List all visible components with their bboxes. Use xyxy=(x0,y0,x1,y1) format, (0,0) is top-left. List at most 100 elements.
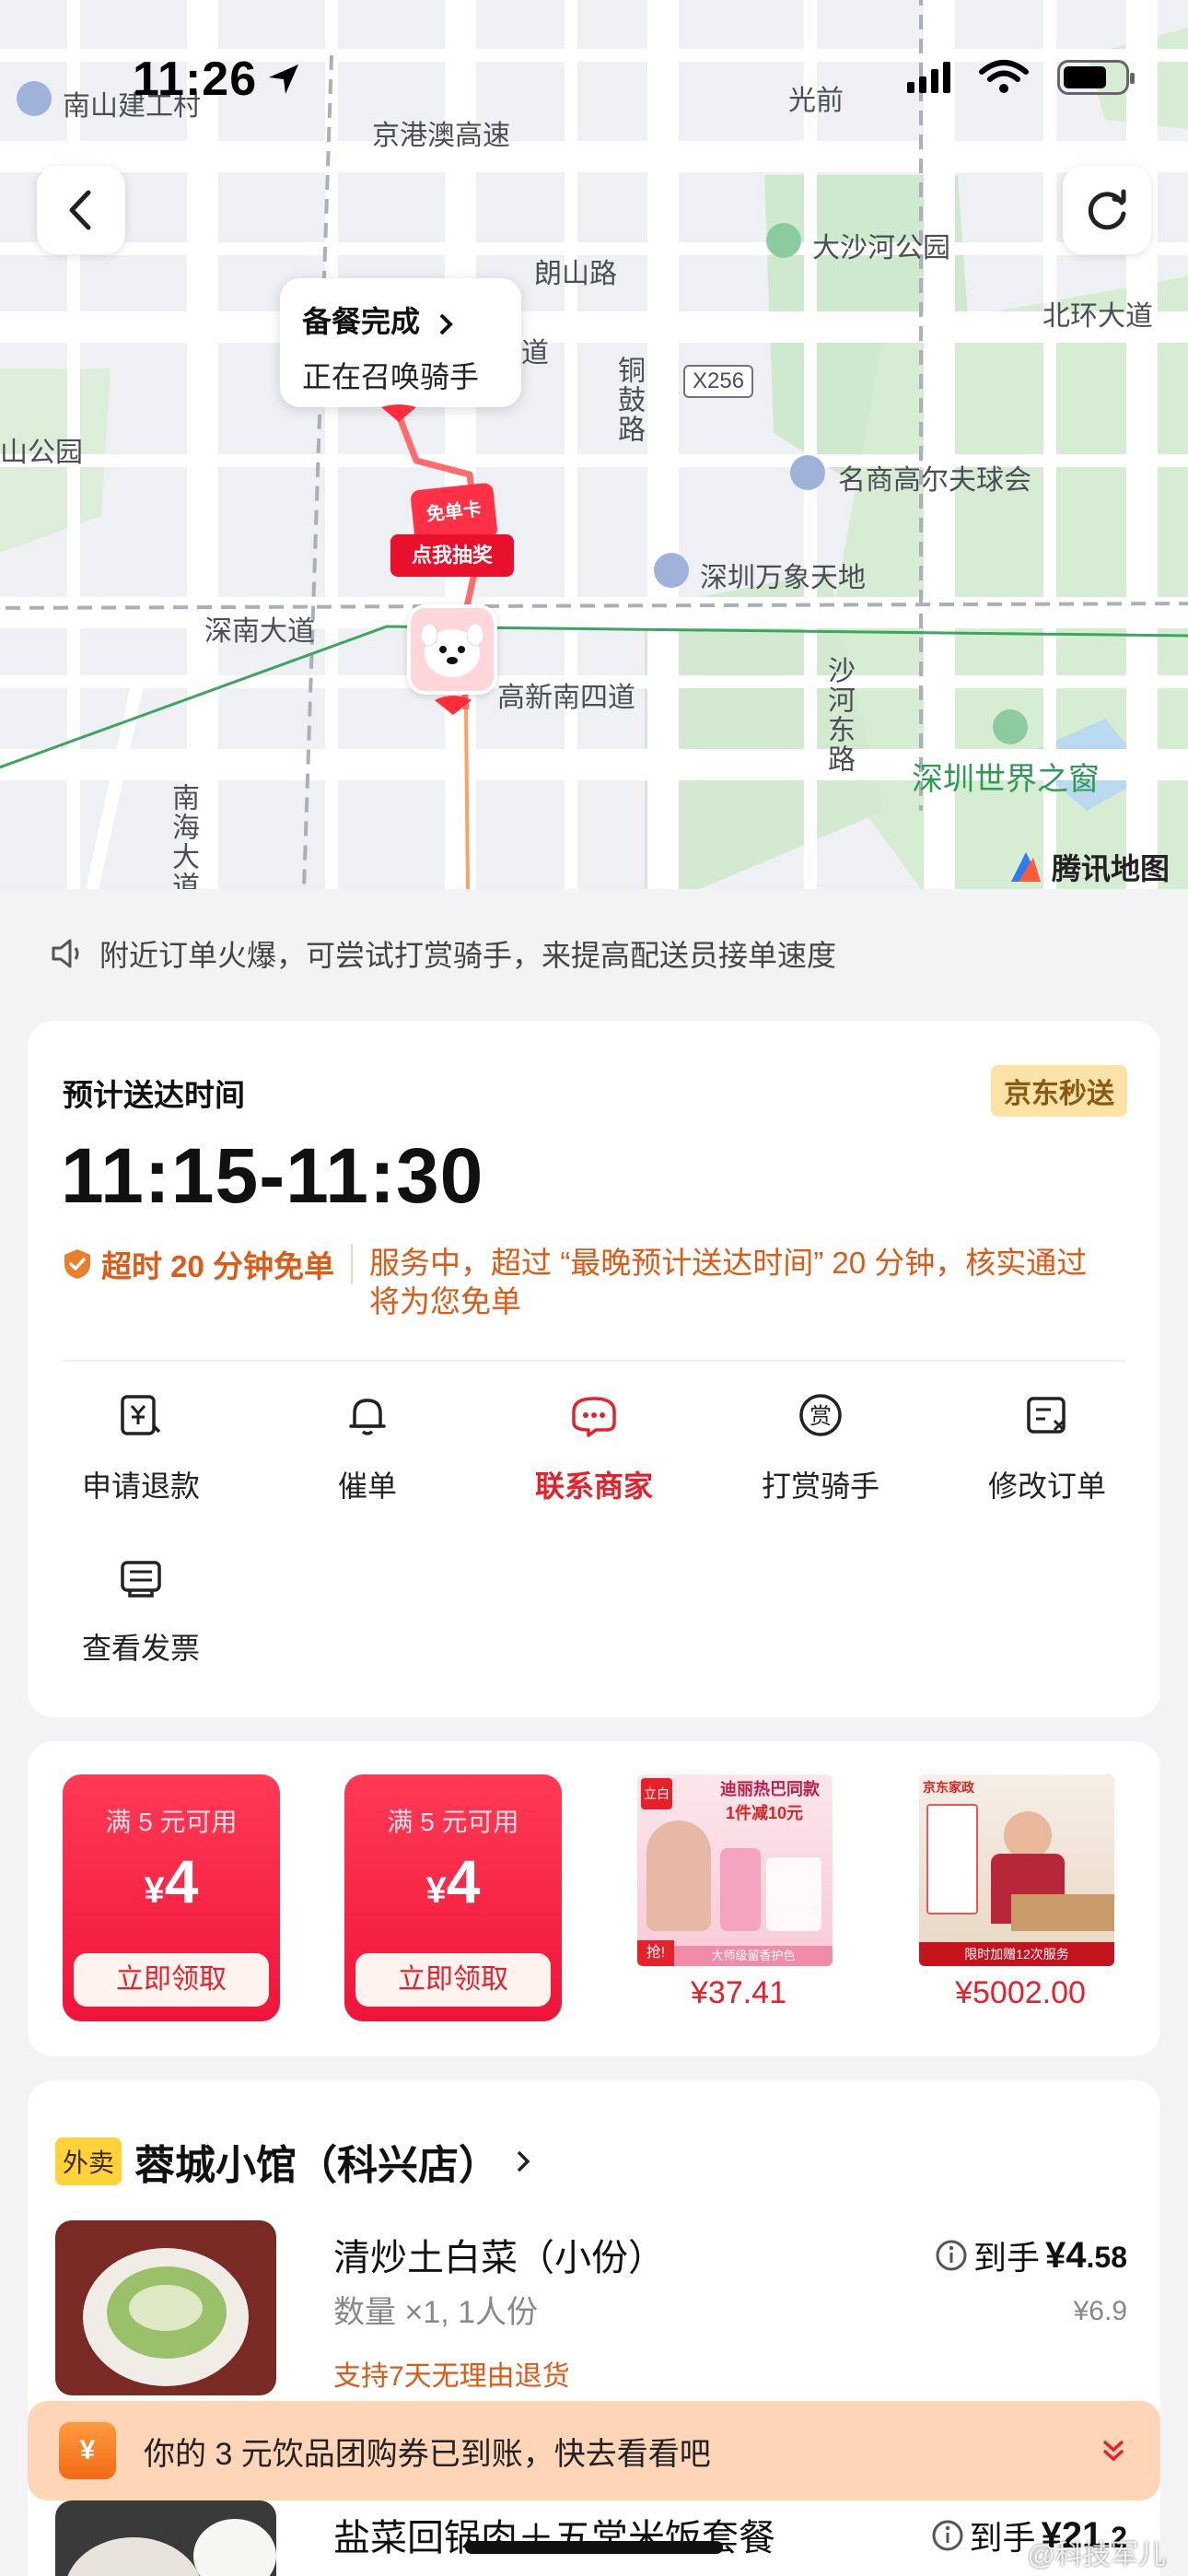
product-price: ¥37.41 xyxy=(691,1975,786,2010)
refund-policy: 支持7天无理由退货 xyxy=(333,2361,570,2392)
refund-button[interactable]: 申请退款 xyxy=(28,1388,254,1505)
contact-merchant-label: 联系商家 xyxy=(534,1469,653,1503)
dish-quantity: 数量 ×1, 1人份 xyxy=(333,2295,539,2330)
net-integer: 4 xyxy=(1066,2234,1087,2276)
divider xyxy=(63,1360,1125,1362)
back-button[interactable] xyxy=(37,166,125,254)
guarantee-text: 服务中，超过 “最晚预计送达时间” 20 分钟，核实通过将为您免单 xyxy=(369,1246,1088,1318)
product-subline: 1件减10元 xyxy=(726,1804,804,1822)
order-item[interactable]: 盐菜回锅肉＋五常米饭套餐 到手 ¥21.2 xyxy=(55,2500,1133,2576)
status-line-1: 备餐完成 xyxy=(302,305,421,338)
coupon-toast[interactable]: ¥ 你的 3 元饮品团购券已到账，快去看看吧 xyxy=(28,2401,1160,2500)
chat-icon xyxy=(572,1397,616,1437)
tip-rider-label: 打赏骑手 xyxy=(761,1469,879,1503)
road-badge: X256 xyxy=(683,365,754,398)
coupon-amount: ¥4 xyxy=(63,1846,280,1916)
map-label: 山公园 xyxy=(0,438,83,468)
product-tile[interactable]: 京东家政 限时加赠12次服务 ¥5002.00 xyxy=(919,1774,1122,2011)
map-label: 南海大道 xyxy=(168,783,198,889)
shop-header[interactable]: 外卖 蓉城小馆（科兴店） xyxy=(55,2132,534,2191)
product-tile[interactable]: 立白 迪丽热巴同款 1件减10元 抢! 大师级留香护色 ¥37.41 xyxy=(637,1774,840,2011)
map-label: 高新南四道 xyxy=(497,683,635,713)
view-invoice-button[interactable]: 查看发票 xyxy=(28,1550,254,1668)
map-label: 沙河东路 xyxy=(823,656,854,774)
order-item[interactable]: 清炒土白菜（小份） 数量 ×1, 1人份 支持7天无理由退货 到手 ¥4.58 … xyxy=(55,2220,1133,2395)
notice-bar: 附近订单火爆，可尝试打赏骑手，来提高配送员接单速度 xyxy=(50,932,836,975)
map-label: 朗山路 xyxy=(534,259,617,289)
refund-icon xyxy=(121,1395,161,1435)
takeout-tag: 外卖 xyxy=(55,2137,122,2185)
reward-icon: 赏 xyxy=(799,1394,842,1436)
tencent-map-logo-icon xyxy=(1010,852,1041,882)
net-decimal: .58 xyxy=(1086,2240,1127,2274)
status-bar: 11:26 xyxy=(0,0,1188,147)
location-arrow-icon xyxy=(269,64,298,94)
park-marker xyxy=(766,223,801,258)
invoice-icon xyxy=(121,1561,161,1598)
toast-message: 你的 3 元饮品团购券已到账，快去看看吧 xyxy=(144,2436,711,2472)
status-line-2: 正在召唤骑手 xyxy=(302,360,480,393)
cellular-signal-icon xyxy=(907,62,950,93)
dish-name: 清炒土白菜（小份） xyxy=(333,2238,665,2278)
coupon-value: 4 xyxy=(446,1847,481,1915)
guarantee-title: 超时 20 分钟免单 xyxy=(101,1249,335,1283)
lottery-label: 点我抽奖 xyxy=(390,534,514,577)
refresh-button[interactable] xyxy=(1063,166,1151,254)
coupon-card[interactable]: 满 5 元可用 ¥4 立即领取 xyxy=(63,1774,280,2021)
coupon-currency: ¥ xyxy=(425,1870,447,1911)
shop-name: 蓉城小馆（科兴店） xyxy=(134,2143,500,2188)
svg-text:赏: 赏 xyxy=(809,1403,832,1429)
dish-image xyxy=(55,2500,276,2576)
eta-label: 预计送达时间 xyxy=(63,1078,245,1112)
map-label: 道 xyxy=(521,338,549,369)
map-label: 北环大道 xyxy=(1042,301,1153,332)
home-indicator[interactable] xyxy=(465,2541,723,2554)
coupon-value: 4 xyxy=(164,1847,199,1915)
coupon-currency: ¥ xyxy=(144,1870,165,1911)
info-icon[interactable] xyxy=(931,2519,964,2552)
bell-icon xyxy=(349,1399,386,1435)
tip-rider-button[interactable]: 赏 打赏骑手 xyxy=(707,1388,934,1505)
order-actions: 申请退款 催单 联系商家 赏 打赏骑手 修改订单 查看发票 xyxy=(28,1388,1160,1668)
order-card: 外卖 蓉城小馆（科兴店） 清炒土白菜（小份） 数量 ×1, 1人份 支持7天无理… xyxy=(28,2080,1160,2576)
view-invoice-label: 查看发票 xyxy=(81,1632,200,1665)
dish-image xyxy=(55,2220,276,2395)
watermark: @科技军儿 xyxy=(1027,2540,1166,2570)
dog-mascot-icon xyxy=(420,623,484,677)
delivery-card: 预计送达时间 京东秒送 11:15-11:30 超时 20 分钟免单 服务中，超… xyxy=(28,1021,1160,1717)
heart-marker-icon xyxy=(381,404,416,422)
contact-merchant-button[interactable]: 联系商家 xyxy=(481,1388,707,1505)
map-attribution: 腾讯地图 xyxy=(1007,846,1170,888)
lottery-sticker[interactable]: 免单卡 点我抽奖 xyxy=(390,482,514,579)
urge-button[interactable]: 催单 xyxy=(254,1388,481,1505)
rider-marker[interactable] xyxy=(407,604,497,695)
map-label: 铜鼓路 xyxy=(613,356,644,444)
urge-label: 催单 xyxy=(337,1469,397,1503)
modify-order-button[interactable]: 修改订单 xyxy=(934,1388,1160,1505)
map-label: 深圳世界之窗 xyxy=(912,762,1100,797)
order-status-bubble[interactable]: 备餐完成 正在召唤骑手 xyxy=(280,278,521,407)
claim-coupon-button[interactable]: 立即领取 xyxy=(74,1953,269,2007)
edit-order-icon xyxy=(1027,1397,1066,1434)
delivery-map[interactable]: 南山建工村 京港澳高速 光前 朗山路 大沙河公园 北环大道 道 铜鼓路 X256… xyxy=(0,0,1188,889)
modify-order-label: 修改订单 xyxy=(987,1469,1106,1503)
info-icon[interactable] xyxy=(935,2239,968,2272)
net-label: 到手 xyxy=(969,2519,1036,2557)
map-label: 深圳万象天地 xyxy=(700,563,866,593)
wifi-icon xyxy=(979,60,1029,93)
coupon-card[interactable]: 满 5 元可用 ¥4 立即领取 xyxy=(344,1774,562,2021)
flash-tag: 抢! xyxy=(637,1940,674,1966)
double-chevron-down-icon[interactable] xyxy=(1098,2435,1129,2466)
chevron-right-icon xyxy=(517,2150,530,2172)
promo-card: 满 5 元可用 ¥4 立即领取 满 5 元可用 ¥4 立即领取 立白 迪丽热巴同… xyxy=(28,1741,1160,2056)
product-price: ¥5002.00 xyxy=(955,1975,1086,2010)
timeout-guarantee[interactable]: 超时 20 分钟免单 服务中，超过 “最晚预计送达时间” 20 分钟，核实通过将… xyxy=(63,1244,1117,1321)
heart-marker-icon xyxy=(435,696,472,715)
refund-label: 申请退款 xyxy=(81,1469,200,1503)
refresh-icon xyxy=(1088,189,1126,230)
service-badge: 京东秒送 xyxy=(991,1065,1127,1117)
net-label: 到手 xyxy=(973,2239,1041,2277)
coupon-amount: ¥4 xyxy=(344,1846,562,1916)
map-label: 大沙河公园 xyxy=(812,233,950,263)
claim-coupon-button[interactable]: 立即领取 xyxy=(355,1953,551,2007)
